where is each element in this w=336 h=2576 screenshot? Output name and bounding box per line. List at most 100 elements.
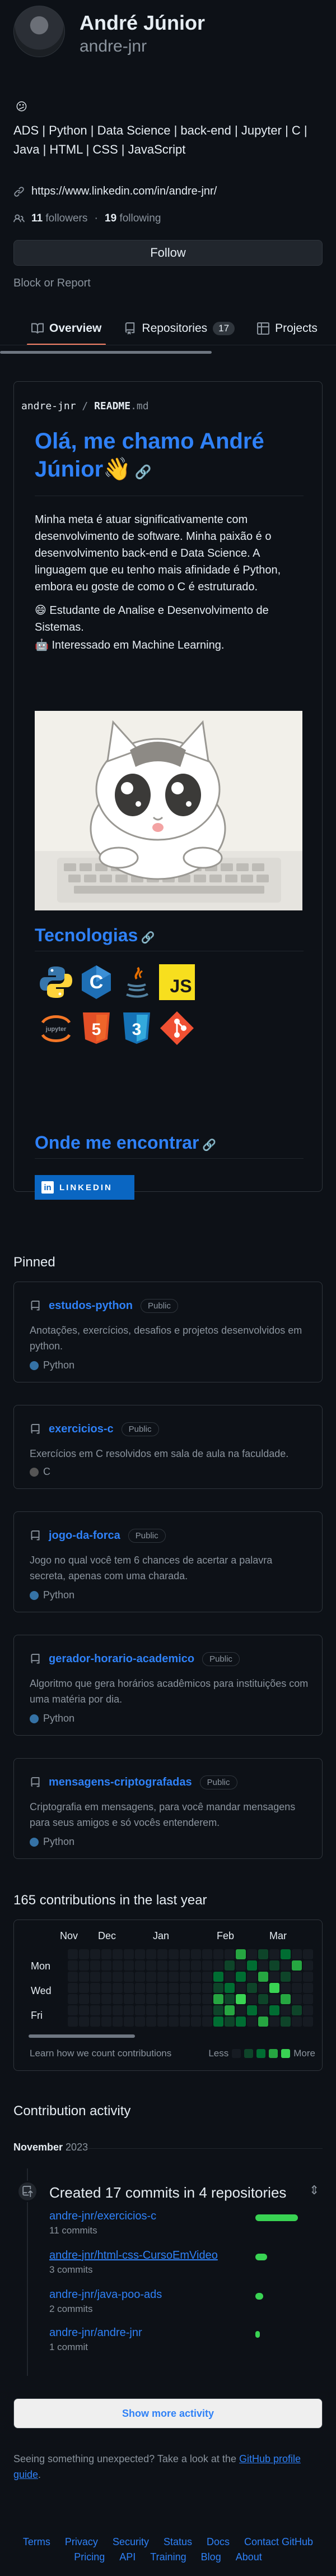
footer-link-privacy[interactable]: Privacy — [65, 2536, 98, 2548]
contribution-cell[interactable] — [124, 1960, 134, 1971]
contribution-cell[interactable] — [79, 1972, 89, 1982]
footer-link-status[interactable]: Status — [164, 2536, 192, 2548]
pinned-repo-link[interactable]: gerador-horario-academico — [49, 1653, 194, 1666]
contribution-cell[interactable] — [90, 2017, 100, 2027]
contribution-cell[interactable] — [225, 1972, 235, 1982]
contribution-cell[interactable] — [79, 1983, 89, 1993]
tabs-scrollbar[interactable] — [0, 351, 212, 354]
contribution-cell[interactable] — [79, 2005, 89, 2015]
contribution-cell[interactable] — [202, 2017, 212, 2027]
contribution-cell[interactable] — [180, 2005, 190, 2015]
contribution-cell[interactable] — [303, 1983, 313, 1993]
contribution-cell[interactable] — [135, 1983, 145, 1993]
contribution-cell[interactable] — [191, 1994, 201, 2004]
contribution-cell[interactable] — [292, 1994, 302, 2004]
contribution-cell[interactable] — [113, 2005, 123, 2015]
contribution-cell[interactable] — [90, 1972, 100, 1982]
activity-repo-link[interactable]: andre-jnr/html-css-CursoEmVideo — [49, 2249, 218, 2261]
contribution-cell[interactable] — [225, 2017, 235, 2027]
contribution-cell[interactable] — [169, 2017, 179, 2027]
contribution-cell[interactable] — [202, 1972, 212, 1982]
contribution-cell[interactable] — [213, 1983, 223, 1993]
anchor-link-icon[interactable]: 🔗 — [199, 1139, 216, 1151]
status-emoji[interactable]: 😕 — [16, 100, 27, 114]
contribution-cell[interactable] — [124, 1994, 134, 2004]
contribution-cell[interactable] — [281, 1960, 291, 1971]
contribution-cell[interactable] — [146, 2005, 156, 2015]
contribution-cell[interactable] — [146, 2017, 156, 2027]
contribution-cell[interactable] — [236, 1949, 246, 1959]
activity-commit-count[interactable]: 3 commits — [49, 2264, 318, 2276]
contribution-cell[interactable] — [79, 1994, 89, 2004]
avatar[interactable] — [13, 6, 65, 57]
activity-repo-link[interactable]: andre-jnr/exercicios-c — [49, 2210, 156, 2222]
contribution-cell[interactable] — [281, 2017, 291, 2027]
contribution-cell[interactable] — [135, 1960, 145, 1971]
tab-overview[interactable]: Overview — [22, 312, 110, 345]
calendar-scrollbar[interactable] — [29, 2034, 135, 2038]
contribution-cell[interactable] — [135, 1994, 145, 2004]
contribution-cell[interactable] — [202, 2005, 212, 2015]
contribution-cell[interactable] — [247, 1983, 257, 1993]
contribution-cell[interactable] — [225, 1994, 235, 2004]
contribution-cell[interactable] — [258, 1983, 268, 1993]
pinned-repo-link[interactable]: exercicios-c — [49, 1423, 114, 1436]
contribution-cell[interactable] — [146, 1983, 156, 1993]
block-report-link[interactable]: Block or Report — [13, 277, 91, 290]
contribution-cell[interactable] — [113, 1972, 123, 1982]
contribution-cell[interactable] — [135, 2005, 145, 2015]
tab-projects[interactable]: Projects — [248, 312, 326, 345]
show-more-activity-button[interactable]: Show more activity — [13, 2398, 323, 2429]
contribution-cell[interactable] — [146, 1949, 156, 1959]
contribution-cell[interactable] — [191, 2005, 201, 2015]
contribution-cell[interactable] — [113, 2017, 123, 2027]
contribution-cell[interactable] — [236, 2005, 246, 2015]
contribution-cell[interactable] — [292, 1972, 302, 1982]
contribution-cell[interactable] — [124, 2005, 134, 2015]
contribution-cell[interactable] — [258, 1972, 268, 1982]
contribution-cell[interactable] — [191, 1983, 201, 1993]
footer-link-about[interactable]: About — [236, 2551, 262, 2563]
contribution-cell[interactable] — [213, 1972, 223, 1982]
contribution-cell[interactable] — [303, 1972, 313, 1982]
contribution-cell[interactable] — [191, 1960, 201, 1971]
followers-link[interactable]: 11 followers — [31, 212, 87, 225]
pinned-repo-link[interactable]: mensagens-criptografadas — [49, 1776, 192, 1789]
footer-link-api[interactable]: API — [119, 2551, 136, 2563]
contribution-cell[interactable] — [180, 1949, 190, 1959]
contribution-cell[interactable] — [169, 1994, 179, 2004]
contribution-cell[interactable] — [68, 1983, 78, 1993]
contribution-cell[interactable] — [292, 1983, 302, 1993]
contribution-cell[interactable] — [101, 1994, 111, 2004]
contribution-cell[interactable] — [247, 1972, 257, 1982]
contribution-cell[interactable] — [236, 1994, 246, 2004]
contribution-cell[interactable] — [113, 1994, 123, 2004]
contribution-cell[interactable] — [79, 1960, 89, 1971]
contribution-cell[interactable] — [169, 1972, 179, 1982]
contribution-cell[interactable] — [225, 1960, 235, 1971]
contribution-cell[interactable] — [269, 1994, 279, 2004]
linkedin-badge-link[interactable]: in LINKEDIN — [35, 1175, 134, 1200]
contribution-cell[interactable] — [292, 2005, 302, 2015]
anchor-link-icon[interactable]: 🔗 — [131, 465, 152, 480]
contribution-cell[interactable] — [258, 1949, 268, 1959]
contribution-cell[interactable] — [124, 1972, 134, 1982]
contribution-cell[interactable] — [236, 1983, 246, 1993]
commit-summary[interactable]: Created 17 commits in 4 repositories — [49, 2184, 286, 2202]
footer-link-training[interactable]: Training — [150, 2551, 186, 2563]
footer-link-pricing[interactable]: Pricing — [74, 2551, 105, 2563]
contribution-cell[interactable] — [247, 1949, 257, 1959]
following-link[interactable]: 19 following — [105, 212, 161, 225]
contribution-cell[interactable] — [101, 1983, 111, 1993]
contribution-cell[interactable] — [202, 1960, 212, 1971]
contribution-cell[interactable] — [90, 1960, 100, 1971]
contribution-cell[interactable] — [303, 2005, 313, 2015]
contribution-cell[interactable] — [68, 1972, 78, 1982]
contribution-cell[interactable] — [281, 2005, 291, 2015]
contribution-cell[interactable] — [157, 1960, 167, 1971]
contribution-cell[interactable] — [90, 1994, 100, 2004]
contribution-cell[interactable] — [180, 1972, 190, 1982]
contribution-cell[interactable] — [101, 2017, 111, 2027]
contribution-cell[interactable] — [68, 1949, 78, 1959]
contribution-cell[interactable] — [292, 1949, 302, 1959]
